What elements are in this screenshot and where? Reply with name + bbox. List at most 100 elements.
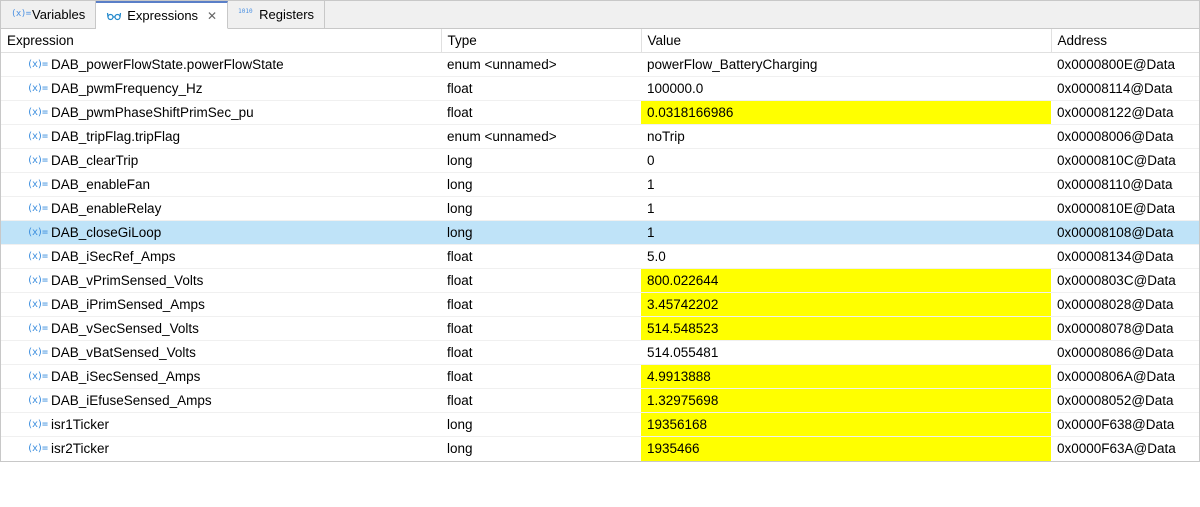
table-row[interactable]: (x)=isr1Tickerlong193561680x0000F638@Dat… xyxy=(1,413,1199,437)
tab-expressions[interactable]: Expressions ✕ xyxy=(96,1,228,29)
cell-type: float xyxy=(441,341,641,365)
cell-type: float xyxy=(441,77,641,101)
cell-type: long xyxy=(441,221,641,245)
tab-label: Registers xyxy=(259,7,314,22)
expression-name: DAB_iPrimSensed_Amps xyxy=(51,297,205,312)
expression-name: DAB_vPrimSensed_Volts xyxy=(51,273,203,288)
cell-address: 0x00008086@Data xyxy=(1051,341,1199,365)
cell-address: 0x0000F638@Data xyxy=(1051,413,1199,437)
table-row[interactable]: (x)= DAB_pwmFrequency_Hz float100000.00x00… xyxy=(1,77,1199,101)
cell-value[interactable]: 4.9913888 xyxy=(641,365,1051,389)
cell-value[interactable]: 800.022644 xyxy=(641,269,1051,293)
cell-address: 0x00008134@Data xyxy=(1051,245,1199,269)
table-row[interactable]: (x)=DAB_iEfuseSensed_Ampsfloat1.32975698… xyxy=(1,389,1199,413)
cell-value[interactable]: 1 xyxy=(641,173,1051,197)
table-row[interactable]: (x)=DAB_iSecRef_Ampsfloat5.00x00008134@D… xyxy=(1,245,1199,269)
cell-type: float xyxy=(441,293,641,317)
variable-icon: (x)= xyxy=(29,442,45,456)
cell-expression: (x)=DAB_vPrimSensed_Volts xyxy=(1,269,441,293)
variable-icon: (x)= xyxy=(29,226,45,240)
expression-name: DAB_powerFlowState.powerFlowState xyxy=(51,57,284,72)
cell-value[interactable]: 100000.0 xyxy=(641,77,1051,101)
variable-icon: (x)= xyxy=(29,58,45,72)
variable-icon: (x)= xyxy=(29,346,45,360)
variable-icon: (x)= xyxy=(29,202,45,216)
table-row[interactable]: (x)=DAB_vSecSensed_Voltsfloat514.5485230… xyxy=(1,317,1199,341)
variable-icon: (x)= xyxy=(29,322,45,336)
cell-type: long xyxy=(441,173,641,197)
cell-value[interactable]: 0 xyxy=(641,149,1051,173)
cell-value[interactable]: 1 xyxy=(641,221,1051,245)
expression-name: DAB_closeGiLoop xyxy=(51,225,161,240)
table-row[interactable]: (x)=DAB_enableRelaylong10x0000810E@Data xyxy=(1,197,1199,221)
table-row[interactable]: (x)=DAB_powerFlowState.powerFlowStateenu… xyxy=(1,53,1199,77)
cell-value[interactable]: 1 xyxy=(641,197,1051,221)
cell-type: float xyxy=(441,389,641,413)
table-row[interactable]: (x)=DAB_iPrimSensed_Ampsfloat3.457422020… xyxy=(1,293,1199,317)
cell-address: 0x00008006@Data xyxy=(1051,125,1199,149)
cell-value[interactable]: powerFlow_BatteryCharging xyxy=(641,53,1051,77)
cell-expression: (x)= DAB_iPrimSensed_Amps xyxy=(1,293,441,317)
table-row[interactable]: (x)=DAB_tripFlag.tripFlagenum <unnamed>n… xyxy=(1,125,1199,149)
cell-address: 0x00008114@Data xyxy=(1051,77,1199,101)
cell-value[interactable]: 0.0318166986 xyxy=(641,101,1051,125)
expression-name: DAB_clearTrip xyxy=(51,153,138,168)
table-row[interactable]: (x)=DAB_clearTriplong00x0000810C@Data xyxy=(1,149,1199,173)
cell-expression: (x)=DAB_clearTrip xyxy=(1,149,441,173)
variable-icon: (x)= xyxy=(29,418,45,432)
tab-label: Expressions xyxy=(127,8,198,23)
expression-name: DAB_vSecSensed_Volts xyxy=(51,321,199,336)
table-row[interactable]: (x)=isr2Tickerlong19354660x0000F63A@Data xyxy=(1,437,1199,461)
cell-value[interactable]: 1935466 xyxy=(641,437,1051,461)
table-row[interactable]: (x)=DAB_pwmPhaseShiftPrimSec_pufloat0.03… xyxy=(1,101,1199,125)
cell-type: float xyxy=(441,365,641,389)
expression-name: DAB_tripFlag.tripFlag xyxy=(51,129,180,144)
cell-address: 0x0000800E@Data xyxy=(1051,53,1199,77)
expression-name: DAB_pwmPhaseShiftPrimSec_pu xyxy=(51,105,254,120)
expression-name: DAB_pwmFrequency_Hz xyxy=(51,81,203,96)
cell-address: 0x00008122@Data xyxy=(1051,101,1199,125)
cell-expression: (x)=DAB_iSecSensed_Amps xyxy=(1,365,441,389)
expressions-table-wrapper: Expression Type Value Address (x)= DAB_po… xyxy=(1,29,1199,461)
variable-icon: (x)= xyxy=(29,298,45,312)
cell-expression: (x)= DAB_pwmFrequency_Hz xyxy=(1,77,441,101)
cell-expression: (x)= DAB_vBatSensed_Volts xyxy=(1,341,441,365)
cell-value[interactable]: noTrip xyxy=(641,125,1051,149)
expression-name: DAB_enableRelay xyxy=(51,201,161,216)
close-icon[interactable]: ✕ xyxy=(207,9,217,23)
cell-type: long xyxy=(441,437,641,461)
cell-value[interactable]: 3.45742202 xyxy=(641,293,1051,317)
header-address[interactable]: Address xyxy=(1051,29,1199,53)
table-row[interactable]: (x)= DAB_closeGiLoop long10x00008108@Data xyxy=(1,221,1199,245)
header-expression[interactable]: Expression xyxy=(1,29,441,53)
variable-icon: (x)= xyxy=(29,370,45,384)
cell-address: 0x00008052@Data xyxy=(1051,389,1199,413)
variable-icon: (x)= xyxy=(29,106,45,120)
tab-variables[interactable]: Variables xyxy=(1,1,96,28)
cell-value[interactable]: 5.0 xyxy=(641,245,1051,269)
header-value[interactable]: Value xyxy=(641,29,1051,53)
table-row[interactable]: (x)=DAB_iSecSensed_Ampsfloat4.99138880x0… xyxy=(1,365,1199,389)
tab-registers[interactable]: Registers xyxy=(228,1,325,28)
cell-expression: (x)=isr2Ticker xyxy=(1,437,441,461)
cell-address: 0x0000803C@Data xyxy=(1051,269,1199,293)
variable-icon: (x)= xyxy=(29,82,45,96)
cell-value[interactable]: 19356168 xyxy=(641,413,1051,437)
cell-type: long xyxy=(441,197,641,221)
cell-value[interactable]: 1.32975698 xyxy=(641,389,1051,413)
table-row[interactable]: (x)= DAB_vBatSensed_Volts float514.0554810… xyxy=(1,341,1199,365)
cell-value[interactable]: 514.548523 xyxy=(641,317,1051,341)
cell-value[interactable]: 514.055481 xyxy=(641,341,1051,365)
table-row[interactable]: (x)=DAB_enableFanlong10x00008110@Data xyxy=(1,173,1199,197)
header-row: Expression Type Value Address xyxy=(1,29,1199,53)
cell-expression: (x)= DAB_enableRelay xyxy=(1,197,441,221)
cell-type: float xyxy=(441,317,641,341)
cell-type: float xyxy=(441,269,641,293)
cell-expression: (x)= DAB_closeGiLoop xyxy=(1,221,441,245)
table-row[interactable]: (x)=DAB_vPrimSensed_Voltsfloat800.022644… xyxy=(1,269,1199,293)
cell-expression: (x)=isr1Ticker xyxy=(1,413,441,437)
expression-name: DAB_vBatSensed_Volts xyxy=(51,345,196,360)
cell-address: 0x00008108@Data xyxy=(1051,221,1199,245)
cell-expression: (x)= DAB_vSecSensed_Volts xyxy=(1,317,441,341)
header-type[interactable]: Type xyxy=(441,29,641,53)
